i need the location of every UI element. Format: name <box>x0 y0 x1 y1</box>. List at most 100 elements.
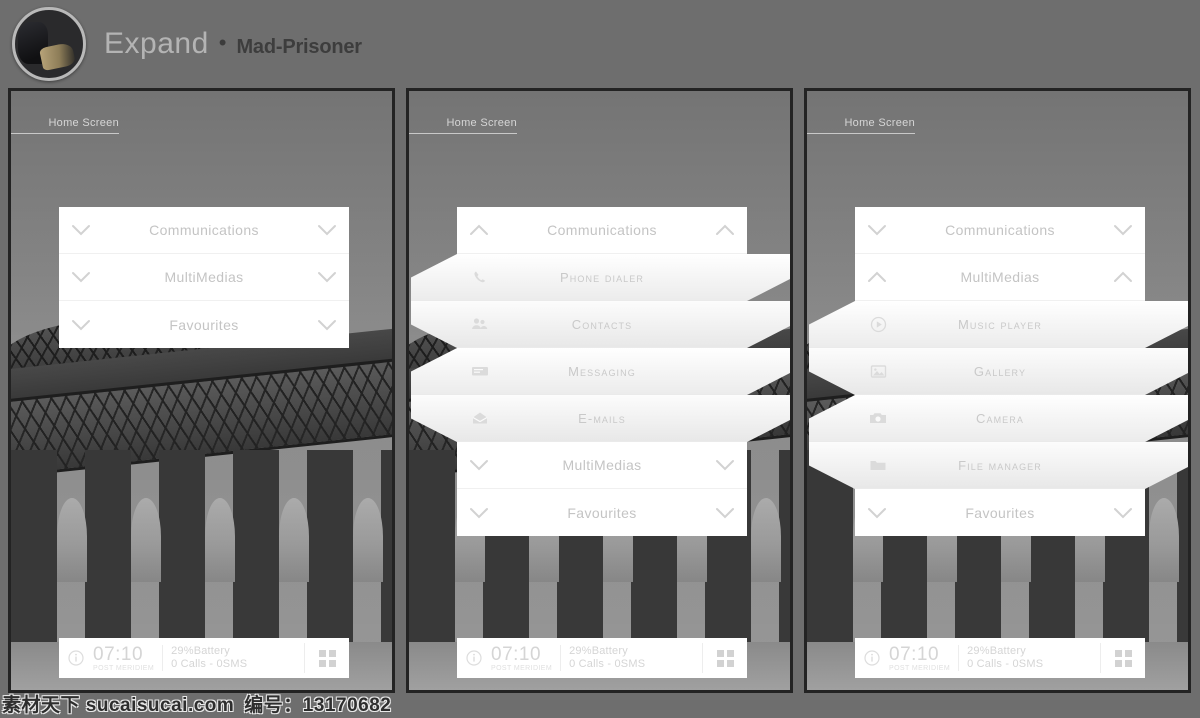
phone-icon <box>457 269 503 286</box>
panel-multimedias-expanded: Home Screen Communications MultiMedias M… <box>804 88 1191 693</box>
screen-label: Home Screen <box>409 113 517 134</box>
message-icon <box>457 364 503 378</box>
menu-item-label: Phone Dialer <box>559 269 644 285</box>
avatar-photo <box>15 10 83 78</box>
chevron-down-icon <box>1101 224 1145 236</box>
screen-label-text: Home Screen <box>48 117 119 129</box>
menu-group-multimedias[interactable]: MultiMedias <box>457 442 747 489</box>
image-icon <box>855 364 901 379</box>
menu-item-gallery[interactable]: Gallery <box>809 348 1191 395</box>
chevron-down-icon <box>855 224 899 236</box>
menu-group-label: MultiMedias <box>562 457 642 473</box>
chevron-down-icon <box>703 507 747 519</box>
contacts-icon <box>457 316 503 332</box>
status-battery: 29%Battery <box>569 644 628 657</box>
menu-item-label: Music Player <box>957 316 1042 332</box>
envelope-icon <box>457 411 503 425</box>
menu-group-label: MultiMedias <box>960 269 1040 285</box>
menu-item-label: Camera <box>975 410 1024 426</box>
app-grid-icon[interactable] <box>1101 649 1145 667</box>
status-calls-sms: 0 Calls - 0SMS <box>171 658 248 670</box>
menu-group-label: Favourites <box>567 504 637 521</box>
menu-group-label: Communications <box>547 222 657 238</box>
menu-group-label: MultiMedias <box>164 269 244 285</box>
status-stats: 29%Battery 0 Calls - 0SMS <box>561 645 702 671</box>
menu-group-label: Favourites <box>965 504 1035 521</box>
watermark-code: 编号：13170682 <box>244 694 392 716</box>
info-circle-icon[interactable] <box>59 650 93 666</box>
status-battery: 29%Battery <box>967 644 1026 657</box>
screen-label-text: Home Screen <box>446 117 517 129</box>
status-clock: 07:10 post meridiem <box>889 645 958 672</box>
screen-label-text: Home Screen <box>844 117 915 129</box>
chevron-down-icon <box>457 459 501 471</box>
chevron-down-icon <box>305 319 349 331</box>
status-meridiem: post meridiem <box>491 664 553 672</box>
status-bar: 07:10 post meridiem 29%Battery 0 Calls -… <box>59 638 349 678</box>
chevron-down-icon <box>59 271 103 283</box>
chevron-down-icon <box>1101 507 1145 519</box>
menu-item-camera[interactable]: Camera <box>809 395 1191 442</box>
chevron-up-icon <box>457 224 501 236</box>
menu-group-favourites[interactable]: Favourites <box>855 489 1145 536</box>
chevron-down-icon <box>457 507 501 519</box>
brand-author: Mad-Prisoner <box>236 36 362 58</box>
menu-item-phone-dialer[interactable]: Phone Dialer <box>411 254 793 301</box>
menu-group-multimedias[interactable]: MultiMedias <box>59 254 349 301</box>
menu-item-music-player[interactable]: Music Player <box>809 301 1191 348</box>
menu-group-label: Favourites <box>169 316 239 333</box>
menu-group-favourites[interactable]: Favourites <box>59 301 349 348</box>
status-calls-sms: 0 Calls - 0SMS <box>967 658 1044 670</box>
menu-group-communications[interactable]: Communications <box>457 207 747 254</box>
wallpaper-shade <box>11 91 392 690</box>
page-title: Expand <box>104 27 209 60</box>
menu-group-multimedias[interactable]: MultiMedias <box>855 254 1145 301</box>
menu-group-communications[interactable]: Communications <box>855 207 1145 254</box>
app-grid-icon[interactable] <box>305 649 349 667</box>
chevron-down-icon <box>855 507 899 519</box>
page-header: Expand • Mad-Prisoner <box>0 0 1200 88</box>
app-screenshot: Expand • Mad-Prisoner Home Screen Commun… <box>0 0 1200 718</box>
menu-group-favourites[interactable]: Favourites <box>457 489 747 536</box>
accordion-menu: Communications MultiMedias <box>855 207 1145 536</box>
menu-group-label: Communications <box>945 222 1055 238</box>
screen-label: Home Screen <box>807 113 915 134</box>
status-time: 07:10 <box>491 643 542 665</box>
accordion-menu: Communications MultiMedias <box>59 207 349 348</box>
watermark-site: 素材天下 sucaisucai.com <box>2 694 235 716</box>
menu-group-communications[interactable]: Communications <box>59 207 349 254</box>
avatar <box>12 7 86 81</box>
panel-collapsed: Home Screen Communications MultiMedias F… <box>8 88 395 693</box>
status-meridiem: post meridiem <box>93 664 155 672</box>
status-stats: 29%Battery 0 Calls - 0SMS <box>959 645 1100 671</box>
chevron-down-icon <box>59 319 103 331</box>
chevron-down-icon <box>305 271 349 283</box>
status-bar: 07:10 post meridiem 29%Battery 0 Calls -… <box>855 638 1145 678</box>
status-clock: 07:10 post meridiem <box>491 645 560 672</box>
panel-communications-expanded: Home Screen Communications Phone dialer … <box>406 88 793 693</box>
watermark: 素材天下 sucaisucai.com 编号：13170682 <box>0 688 391 718</box>
app-grid-icon[interactable] <box>703 649 747 667</box>
menu-item-file-manager[interactable]: File Manager <box>809 442 1191 489</box>
menu-item-contacts[interactable]: Contacts <box>411 301 793 348</box>
menu-item-emails[interactable]: E-Mails <box>411 395 793 442</box>
status-meridiem: post meridiem <box>889 664 951 672</box>
status-battery: 29%Battery <box>171 644 230 657</box>
chevron-down-icon <box>305 224 349 236</box>
brand: Expand • Mad-Prisoner <box>104 27 362 61</box>
chevron-down-icon <box>703 459 747 471</box>
menu-item-label: File Manager <box>958 457 1042 473</box>
menu-item-messaging[interactable]: Messaging <box>411 348 793 395</box>
accordion-menu: Communications Phone Dialer <box>457 207 747 536</box>
status-bar: 07:10 post meridiem 29%Battery 0 Calls -… <box>457 638 747 678</box>
status-stats: 29%Battery 0 Calls - 0SMS <box>163 645 304 671</box>
info-circle-icon[interactable] <box>855 650 889 666</box>
status-clock: 07:10 post meridiem <box>93 645 162 672</box>
panel-row: Home Screen Communications MultiMedias F… <box>8 88 1192 698</box>
camera-icon <box>855 411 901 425</box>
wallpaper <box>11 91 392 690</box>
menu-group-label: Communications <box>149 222 259 238</box>
brand-separator-dot: • <box>218 30 227 55</box>
info-circle-icon[interactable] <box>457 650 491 666</box>
chevron-up-icon <box>1101 271 1145 283</box>
